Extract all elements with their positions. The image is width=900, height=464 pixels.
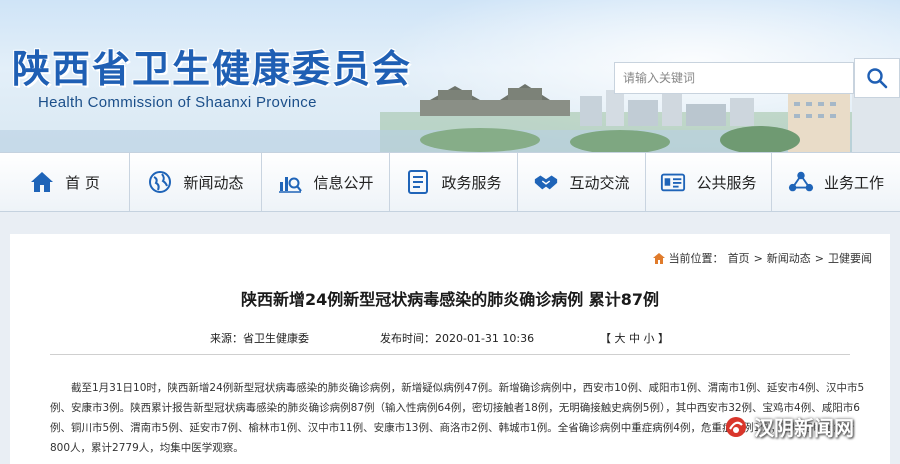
network-icon <box>788 169 814 195</box>
site-header: 陕西省卫生健康委员会 Health Commission of Shaanxi … <box>0 0 900 152</box>
nav-label-home: 首 页 <box>65 173 100 192</box>
id-card-icon <box>660 169 686 195</box>
article-date: 发布时间：2020-01-31 10:36 <box>380 332 535 345</box>
search-input[interactable]: 请输入关键词 <box>614 62 854 94</box>
nav-item-business[interactable]: 业务工作 <box>772 153 900 211</box>
nav-item-home[interactable]: 首 页 <box>0 153 130 211</box>
nav-item-info[interactable]: 信息公开 <box>262 153 390 211</box>
divider <box>50 354 850 355</box>
breadcrumb: 当前位置： 首页 > 新闻动态 > 卫健要闻 <box>652 250 872 266</box>
nav-label-info: 信息公开 <box>313 173 374 192</box>
nav-label-interaction: 互动交流 <box>569 173 630 192</box>
nav-item-interaction[interactable]: 互动交流 <box>518 153 646 211</box>
article-source: 来源：省卫生健康委 <box>210 332 309 345</box>
nav-label-services: 政务服务 <box>441 173 502 192</box>
nav-item-public[interactable]: 公共服务 <box>646 153 772 211</box>
home-small-icon <box>652 252 665 264</box>
breadcrumb-news[interactable]: 新闻动态 <box>767 250 811 266</box>
breadcrumb-separator: > <box>814 251 824 265</box>
site-subtitle: Health Commission of Shaanxi Province <box>38 94 317 111</box>
breadcrumb-current[interactable]: 卫健要闻 <box>828 250 872 266</box>
handshake-icon <box>533 169 559 195</box>
article-title: 陕西新增24例新型冠状病毒感染的肺炎确诊病例 累计87例 <box>240 290 660 309</box>
home-icon <box>29 169 55 195</box>
nav-label-public: 公共服务 <box>696 173 757 192</box>
search-button[interactable] <box>854 58 900 98</box>
watermark-logo-icon <box>726 416 746 437</box>
breadcrumb-prefix: 当前位置： <box>668 252 724 265</box>
font-size-control[interactable]: 【 大 中 小 】 <box>600 330 669 346</box>
search-icon <box>867 68 888 89</box>
nav-item-news[interactable]: 新闻动态 <box>130 153 262 211</box>
watermark-text: 汉阴新闻网 <box>754 416 854 440</box>
globe-icon <box>147 169 173 195</box>
nav-item-services[interactable]: 政务服务 <box>390 153 518 211</box>
breadcrumb-separator: > <box>753 251 763 265</box>
breadcrumb-home[interactable]: 首页 <box>728 250 750 266</box>
chart-icon <box>277 169 303 195</box>
main-nav: 首 页 新闻动态 信息公开 政务服务 互动交流 公共服务 业务工作 <box>0 152 900 212</box>
document-icon <box>405 169 431 195</box>
nav-label-business: 业务工作 <box>823 173 884 192</box>
watermark: 汉阴新闻网 <box>724 412 854 441</box>
nav-label-news: 新闻动态 <box>183 173 244 192</box>
site-title[interactable]: 陕西省卫生健康委员会 <box>12 38 412 93</box>
